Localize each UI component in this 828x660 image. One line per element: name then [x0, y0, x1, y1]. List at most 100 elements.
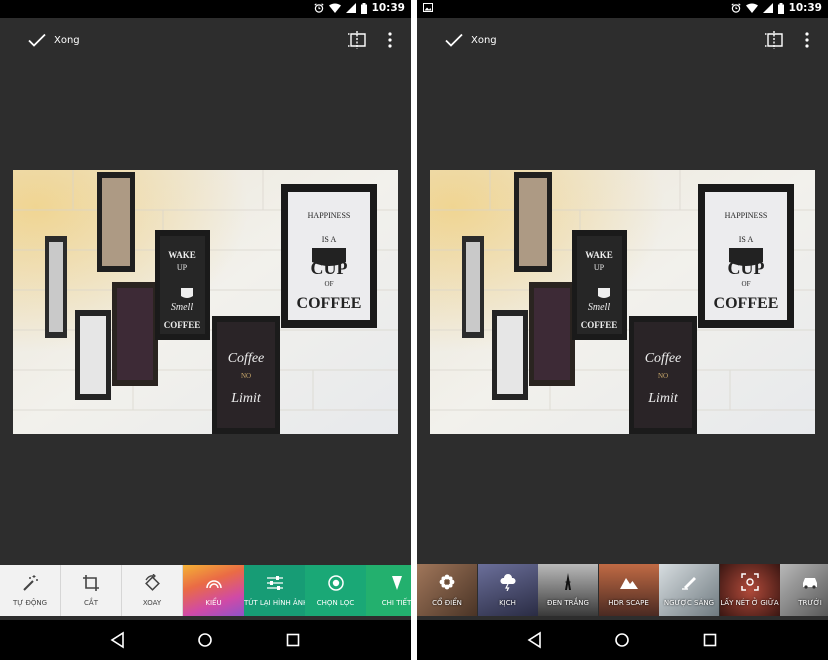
poster-text: COFFEE: [297, 295, 362, 312]
nav-bar: [0, 620, 411, 660]
battery-icon: [360, 2, 367, 14]
rotate-icon: [145, 574, 160, 591]
filter-black-white-button[interactable]: ĐEN TRẮNG: [538, 564, 598, 616]
filter-hdr-scape-button[interactable]: HDR SCAPE: [598, 564, 659, 616]
app-bar: Xong: [0, 18, 411, 62]
signal-icon: [345, 3, 356, 13]
status-bar: 10:39: [0, 0, 411, 18]
filter-label: LẤY NÉT Ở GIỮA: [720, 599, 779, 607]
filter-label: KỊCH: [499, 599, 516, 607]
poster-text: NO: [241, 372, 251, 380]
compare-icon[interactable]: [346, 29, 368, 51]
status-icons: 10:39: [313, 2, 405, 14]
poster-text: Limit: [230, 391, 262, 406]
poster-text: WAKE: [585, 250, 613, 260]
alarm-icon: [313, 3, 324, 13]
filter-retrolux-button[interactable]: TRƯỚI: [780, 564, 828, 616]
filter-backlight-button[interactable]: NGƯỢC SÁNG: [659, 564, 719, 616]
home-icon[interactable]: [196, 631, 214, 649]
done-button[interactable]: Xong: [445, 28, 497, 52]
poster-text: HAPPINESS: [725, 211, 768, 220]
tool-label: TÚT LẠI HÌNH ẢNH: [244, 599, 305, 607]
compare-icon[interactable]: [763, 29, 785, 51]
photo-preview: HAPPINESS IS A CUP OF COFFEE WAKE UP Sme…: [13, 170, 398, 434]
backlight-icon: [682, 577, 696, 590]
more-vert-icon[interactable]: [383, 29, 397, 51]
poster-text: COFFEE: [714, 295, 779, 312]
tool-details-button[interactable]: CHI TIẾT: [366, 565, 411, 616]
done-label: Xong: [54, 34, 80, 46]
poster-text: IS A: [739, 235, 754, 244]
recents-icon[interactable]: [701, 631, 719, 649]
poster-text: IS A: [322, 235, 337, 244]
cloud-storm-icon: [499, 574, 516, 591]
right-screen: 10:39 Xong HAPPINESS IS A CUP OF COFFEE …: [417, 0, 828, 660]
home-icon[interactable]: [613, 631, 631, 649]
filter-label: ĐEN TRẮNG: [547, 599, 589, 607]
poster-text: UP: [594, 263, 605, 272]
poster-text: OF: [325, 280, 334, 288]
left-screen: 10:39 Xong HAPPINESS IS A CUP OF COFFEE …: [0, 0, 411, 660]
done-label: Xong: [471, 34, 497, 46]
back-icon[interactable]: [526, 631, 544, 649]
back-icon[interactable]: [109, 631, 127, 649]
filter-vintage-button[interactable]: CỔ ĐIỂN: [417, 564, 477, 616]
status-icons: 10:39: [730, 2, 822, 14]
done-button[interactable]: Xong: [28, 28, 80, 52]
battery-icon: [777, 2, 784, 14]
poster-text: COFFEE: [581, 320, 618, 330]
poster-text: Smell: [588, 302, 610, 313]
eiffel-tower-icon: [565, 573, 571, 590]
status-time: 10:39: [371, 2, 405, 14]
target-icon: [327, 575, 344, 591]
poster-text: UP: [177, 263, 188, 272]
edit-tools-toolbar: TỰ ĐỘNG CẮT XOAY KIỂU TÚT LẠI HÌNH ẢNH C…: [0, 565, 411, 616]
tool-tune-image-button[interactable]: TÚT LẠI HÌNH ẢNH: [244, 565, 305, 616]
wifi-icon: [328, 3, 341, 13]
app-bar: Xong: [417, 18, 828, 62]
signal-icon: [762, 3, 773, 13]
nav-bar: [417, 620, 828, 660]
triangle-down-icon: [391, 576, 402, 590]
tool-label: CẮT: [84, 599, 98, 607]
poster-text: Coffee: [228, 351, 265, 366]
check-icon: [28, 33, 46, 47]
rainbow-icon: [205, 580, 222, 589]
tool-label: KIỂU: [205, 599, 222, 607]
status-time: 10:39: [788, 2, 822, 14]
wifi-icon: [745, 3, 758, 13]
crop-icon: [83, 575, 99, 591]
image-notification-icon: [423, 3, 433, 12]
more-vert-icon[interactable]: [800, 29, 814, 51]
sliders-icon: [266, 576, 283, 590]
tool-label: XOAY: [142, 599, 162, 607]
tool-label: CHI TIẾT: [381, 599, 411, 607]
poster-text: Limit: [647, 391, 679, 406]
tool-crop-button[interactable]: CẮT: [61, 565, 122, 616]
photo-preview: HAPPINESS IS A CUP OF COFFEE WAKE UP Sme…: [430, 170, 815, 434]
tool-auto-button[interactable]: TỰ ĐỘNG: [0, 565, 61, 616]
filter-drama-button[interactable]: KỊCH: [477, 564, 538, 616]
tool-style-button[interactable]: KIỂU: [183, 565, 244, 616]
poster-text: Coffee: [645, 351, 682, 366]
recents-icon[interactable]: [284, 631, 302, 649]
magic-wand-icon: [23, 575, 38, 591]
filter-label: HDR SCAPE: [608, 599, 649, 607]
tool-label: CHỌN LỌC: [316, 599, 355, 607]
alarm-icon: [730, 3, 741, 13]
filter-label: CỔ ĐIỂN: [432, 599, 462, 607]
focus-frame-icon: [740, 573, 759, 591]
check-icon: [445, 33, 463, 47]
poster-text: NO: [658, 372, 668, 380]
tool-selective-button[interactable]: CHỌN LỌC: [305, 565, 366, 616]
filter-center-focus-button[interactable]: LẤY NÉT Ở GIỮA: [719, 564, 780, 616]
status-bar: 10:39: [417, 0, 828, 18]
filter-label: NGƯỢC SÁNG: [663, 599, 715, 607]
mountain-icon: [619, 578, 638, 589]
tool-rotate-button[interactable]: XOAY: [122, 565, 183, 616]
poster-text: COFFEE: [164, 320, 201, 330]
poster-text: HAPPINESS: [308, 211, 351, 220]
poster-text: OF: [742, 280, 751, 288]
poster-text: WAKE: [168, 250, 196, 260]
car-icon: [803, 578, 817, 589]
